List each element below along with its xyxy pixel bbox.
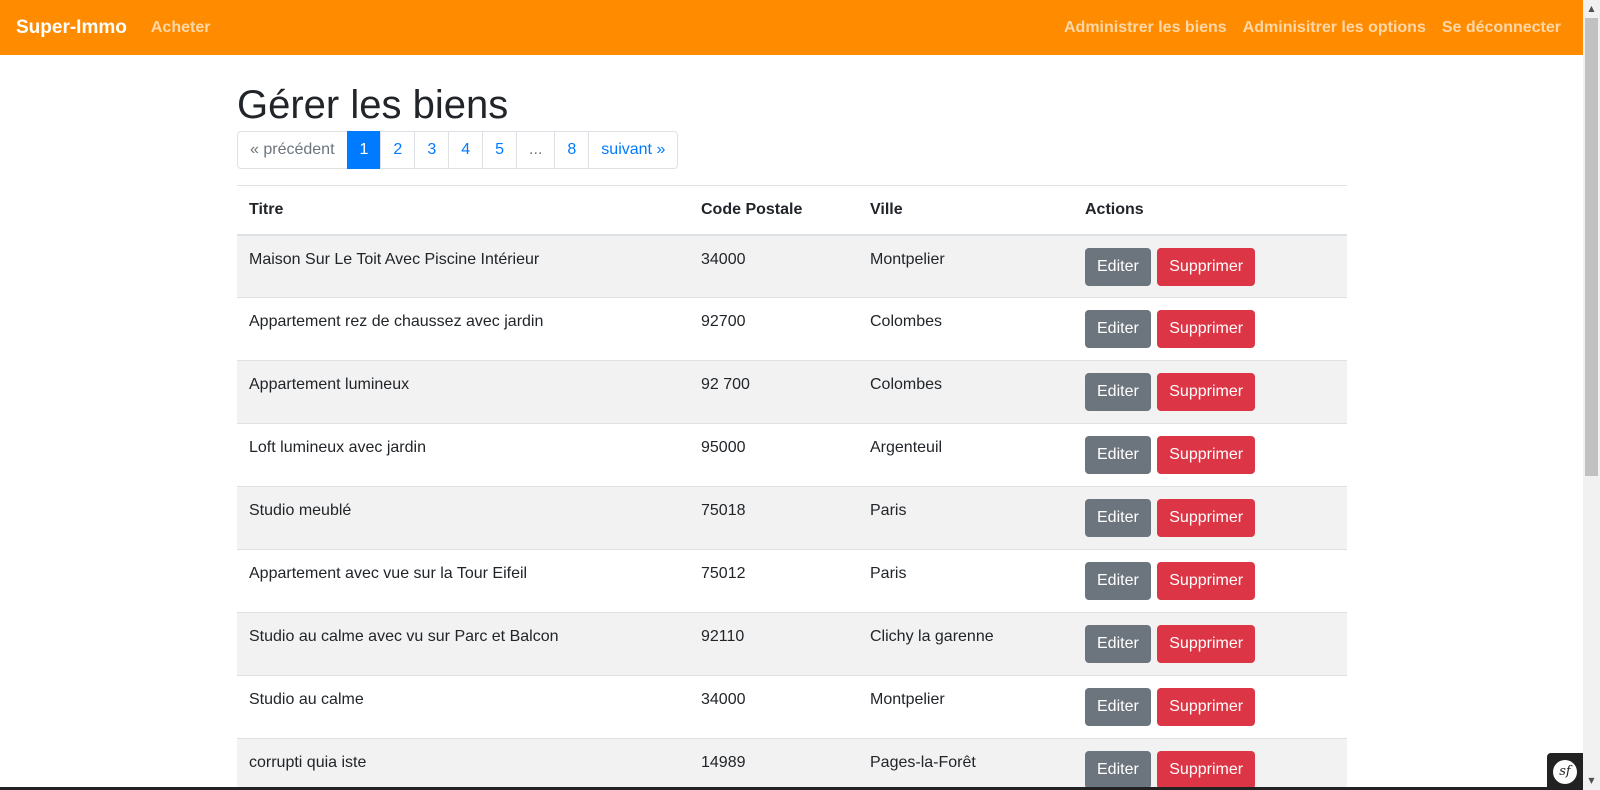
cell-actions: Editer Supprimer [1073, 234, 1347, 298]
delete-button[interactable]: Supprimer [1157, 499, 1256, 537]
pagination-next[interactable]: suivant » [588, 131, 679, 169]
pagination-prev[interactable]: « précédent [237, 131, 348, 169]
header-code-postale: Code Postale [689, 185, 858, 236]
edit-button[interactable]: Editer [1085, 688, 1151, 726]
cell-actions: Editer Supprimer [1073, 486, 1347, 550]
nav-link-deconnecter[interactable]: Se déconnecter [1442, 19, 1561, 37]
cell-actions: Editer Supprimer [1073, 360, 1347, 424]
cell-actions: Editer Supprimer [1073, 612, 1347, 676]
cell-titre: Studio au calme [237, 675, 689, 739]
header-titre: Titre [237, 185, 689, 236]
symfony-icon: sf [1553, 759, 1577, 784]
nav-link-administrer-biens[interactable]: Administrer les biens [1064, 19, 1227, 37]
cell-titre: Appartement avec vue sur la Tour Eifeil [237, 549, 689, 613]
delete-button[interactable]: Supprimer [1157, 688, 1256, 726]
cell-code: 95000 [689, 423, 858, 487]
edit-button[interactable]: Editer [1085, 625, 1151, 663]
cell-ville: Montpelier [858, 234, 1073, 298]
scroll-down-icon[interactable]: ▼ [1583, 772, 1600, 789]
navbar: Super-Immo Acheter Administrer les biens… [0, 0, 1583, 55]
cell-titre: Maison Sur Le Toit Avec Piscine Intérieu… [237, 234, 689, 298]
cell-ville: Pages-la-Forêt [858, 738, 1073, 790]
cell-code: 92 700 [689, 360, 858, 424]
cell-ville: Montpelier [858, 675, 1073, 739]
table-row: corrupti quia iste 14989 Pages-la-Forêt … [237, 738, 1347, 790]
vertical-scrollbar[interactable]: ▲ ▼ [1583, 0, 1600, 790]
cell-code: 92700 [689, 297, 858, 361]
cell-ville: Paris [858, 486, 1073, 550]
cell-titre: Appartement rez de chaussez avec jardin [237, 297, 689, 361]
edit-button[interactable]: Editer [1085, 751, 1151, 789]
edit-button[interactable]: Editer [1085, 499, 1151, 537]
table-header-row: Titre Code Postale Ville Actions [237, 185, 1347, 236]
cell-titre: Studio meublé [237, 486, 689, 550]
pagination-page-4[interactable]: 4 [448, 131, 484, 169]
cell-code: 75018 [689, 486, 858, 550]
cell-code: 92110 [689, 612, 858, 676]
table-row: Appartement lumineux 92 700 Colombes Edi… [237, 360, 1347, 424]
delete-button[interactable]: Supprimer [1157, 373, 1256, 411]
cell-ville: Colombes [858, 360, 1073, 424]
table-row: Appartement rez de chaussez avec jardin … [237, 297, 1347, 361]
cell-ville: Argenteuil [858, 423, 1073, 487]
brand-link[interactable]: Super-Immo [16, 17, 127, 39]
cell-actions: Editer Supprimer [1073, 549, 1347, 613]
cell-titre: Appartement lumineux [237, 360, 689, 424]
nav-link-acheter[interactable]: Acheter [151, 19, 211, 37]
pagination-page-8[interactable]: 8 [554, 131, 590, 169]
pagination-page-5[interactable]: 5 [482, 131, 518, 169]
pagination: « précédent 1 2 3 4 5 ... 8 suivant » [237, 131, 1347, 169]
table-row: Studio au calme avec vu sur Parc et Balc… [237, 612, 1347, 676]
table-row: Loft lumineux avec jardin 95000 Argenteu… [237, 423, 1347, 487]
edit-button[interactable]: Editer [1085, 436, 1151, 474]
cell-actions: Editer Supprimer [1073, 423, 1347, 487]
nav-link-administrer-options[interactable]: Adminisitrer les options [1243, 19, 1426, 37]
pagination-ellipsis: ... [516, 131, 556, 169]
pagination-page-3[interactable]: 3 [414, 131, 450, 169]
edit-button[interactable]: Editer [1085, 247, 1151, 286]
scroll-up-icon[interactable]: ▲ [1583, 0, 1600, 17]
cell-titre: Loft lumineux avec jardin [237, 423, 689, 487]
nav-left: Acheter [151, 19, 211, 37]
page-title: Gérer les biens [237, 83, 509, 127]
cell-titre: Studio au calme avec vu sur Parc et Balc… [237, 612, 689, 676]
cell-code: 75012 [689, 549, 858, 613]
table-row: Maison Sur Le Toit Avec Piscine Intérieu… [237, 234, 1347, 298]
cell-actions: Editer Supprimer [1073, 297, 1347, 361]
properties-table: Titre Code Postale Ville Actions Maison … [237, 185, 1347, 790]
pagination-page-1[interactable]: 1 [346, 131, 382, 169]
table-row: Appartement avec vue sur la Tour Eifeil … [237, 549, 1347, 613]
cell-ville: Paris [858, 549, 1073, 613]
edit-button[interactable]: Editer [1085, 373, 1151, 411]
table-row: Studio meublé 75018 Paris Editer Supprim… [237, 486, 1347, 550]
delete-button[interactable]: Supprimer [1157, 436, 1256, 474]
edit-button[interactable]: Editer [1085, 310, 1151, 348]
cell-ville: Clichy la garenne [858, 612, 1073, 676]
table-row: Studio au calme 34000 Montpelier Editer … [237, 675, 1347, 739]
delete-button[interactable]: Supprimer [1157, 625, 1256, 663]
scroll-thumb[interactable] [1585, 18, 1598, 476]
main-container: Gérer les biens « précédent 1 2 3 4 5 ..… [237, 55, 1347, 790]
cell-ville: Colombes [858, 297, 1073, 361]
symfony-toolbar-button[interactable]: sf [1547, 753, 1583, 790]
delete-button[interactable]: Supprimer [1157, 247, 1256, 286]
cell-code: 34000 [689, 675, 858, 739]
cell-code: 34000 [689, 234, 858, 298]
pagination-page-2[interactable]: 2 [380, 131, 416, 169]
delete-button[interactable]: Supprimer [1157, 562, 1256, 600]
delete-button[interactable]: Supprimer [1157, 751, 1256, 789]
delete-button[interactable]: Supprimer [1157, 310, 1256, 348]
cell-actions: Editer Supprimer [1073, 738, 1347, 790]
cell-actions: Editer Supprimer [1073, 675, 1347, 739]
cell-titre: corrupti quia iste [237, 738, 689, 790]
edit-button[interactable]: Editer [1085, 562, 1151, 600]
nav-right: Administrer les biens Adminisitrer les o… [1064, 19, 1567, 37]
header-ville: Ville [858, 185, 1073, 236]
cell-code: 14989 [689, 738, 858, 790]
header-actions: Actions [1073, 185, 1347, 236]
